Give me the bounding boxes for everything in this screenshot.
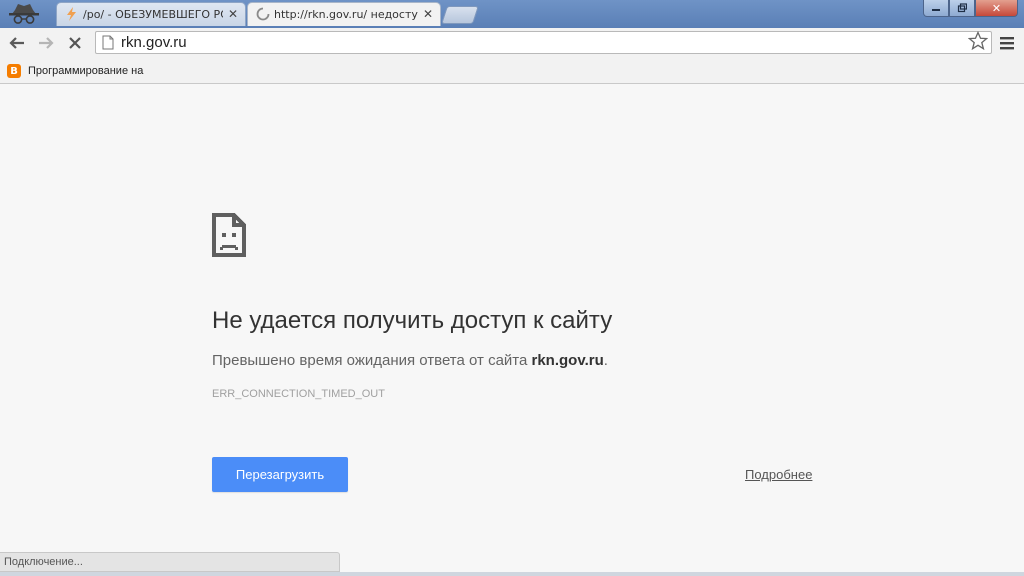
close-window-icon[interactable]: ✕ <box>975 0 1018 17</box>
bookmarks-bar: B Программирование на <box>0 58 1024 84</box>
toolbar: rkn.gov.ru <box>0 28 1024 58</box>
forward-arrow-icon <box>39 37 54 49</box>
bookmark-item[interactable]: B Программирование на <box>7 62 144 80</box>
status-bubble: Подключение... <box>0 552 340 572</box>
window-controls: ✕ <box>923 0 1018 18</box>
error-host: rkn.gov.ru <box>531 352 604 369</box>
error-page: Не удается получить доступ к сайту Превы… <box>0 84 1024 576</box>
back-arrow-icon <box>9 37 24 49</box>
bookmark-star-icon[interactable] <box>968 31 988 51</box>
page-icon <box>102 35 114 50</box>
menu-icon[interactable] <box>999 35 1015 51</box>
window-titlebar: /po/ - ОБЕЗУМЕВШЕГО РОС ✕ http://rkn.gov… <box>0 0 1024 28</box>
error-title: Не удается получить доступ к сайту <box>212 307 613 334</box>
error-description-text: Превышено время ожидания ответа от сайта <box>212 352 532 369</box>
error-description: Превышено время ожидания ответа от сайта… <box>212 352 608 369</box>
stop-icon <box>69 37 81 49</box>
tab-title: /po/ - ОБЕЗУМЕВШЕГО РОС <box>83 8 223 21</box>
new-tab-button[interactable] <box>441 6 479 24</box>
forward-button[interactable] <box>35 32 57 54</box>
reload-button[interactable]: Перезагрузить <box>212 457 348 492</box>
bookmark-label: Программирование на <box>28 65 144 77</box>
stop-button[interactable] <box>64 32 86 54</box>
tab-title: http://rkn.gov.ru/ недоступе <box>274 8 418 21</box>
window-bottom-edge <box>0 572 1024 576</box>
tab-close-icon[interactable]: ✕ <box>423 7 433 21</box>
status-text: Подключение... <box>4 556 83 568</box>
maximize-icon[interactable] <box>949 0 975 17</box>
back-button[interactable] <box>6 32 28 54</box>
sad-page-icon <box>212 213 246 257</box>
tab-rkn[interactable]: http://rkn.gov.ru/ недоступе ✕ <box>247 2 441 26</box>
error-code: ERR_CONNECTION_TIMED_OUT <box>212 388 385 400</box>
incognito-icon <box>9 4 39 24</box>
url-text: rkn.gov.ru <box>121 34 187 51</box>
loading-spinner-icon <box>256 7 270 21</box>
tab-po[interactable]: /po/ - ОБЕЗУМЕВШЕГО РОС ✕ <box>56 2 246 26</box>
lightning-icon <box>67 7 76 21</box>
tab-close-icon[interactable]: ✕ <box>228 7 238 21</box>
details-link[interactable]: Подробнее <box>745 467 812 482</box>
minimize-icon[interactable] <box>923 0 949 17</box>
address-bar[interactable]: rkn.gov.ru <box>95 31 992 54</box>
blogger-icon: B <box>7 64 21 78</box>
error-description-end: . <box>603 352 608 369</box>
